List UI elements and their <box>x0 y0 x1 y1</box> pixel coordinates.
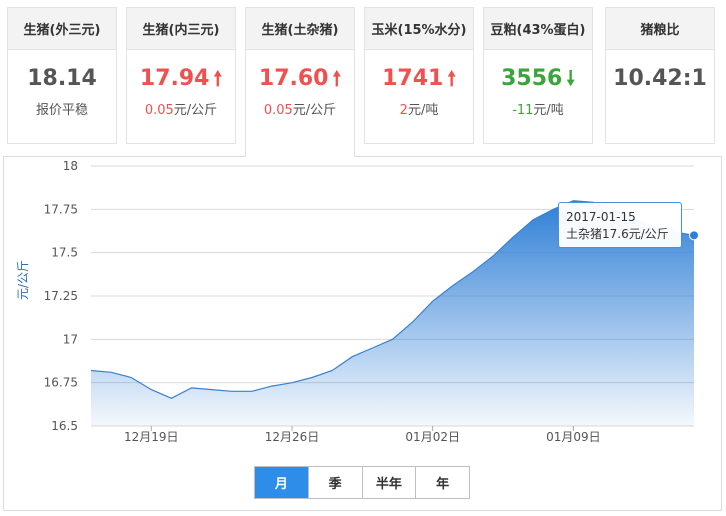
range-button-half-year[interactable]: 半年 <box>362 467 417 498</box>
series-points <box>689 230 699 241</box>
y-tick-label: 17 <box>63 332 78 346</box>
x-tick-label: 01月09日 <box>546 430 601 444</box>
range-button-month[interactable]: 月 <box>255 467 309 498</box>
tooltip-value: 17.6 <box>602 227 629 241</box>
x-tick-label: 01月02日 <box>405 430 460 444</box>
x-tick-label: 12月19日 <box>124 430 179 444</box>
y-tick-label: 17.5 <box>51 246 78 260</box>
tooltip-unit: 元/公斤 <box>628 227 669 241</box>
x-tick-labels: 12月19日 12月26日 01月02日 01月09日 <box>124 426 601 444</box>
chart-tooltip: 2017-01-15 土杂猪17.6元/公斤 <box>558 202 682 248</box>
y-tick-label: 17.25 <box>44 289 78 303</box>
tooltip-date: 2017-01-15 <box>566 210 636 224</box>
x-tick-label: 12月26日 <box>265 430 320 444</box>
y-tick-labels: 16.5 16.75 17 17.25 17.5 17.75 18 <box>44 159 78 433</box>
y-tick-label: 18 <box>63 159 78 173</box>
y-tick-label: 17.75 <box>44 202 78 216</box>
highlighted-point[interactable] <box>689 230 699 241</box>
range-selector: 月 季 半年 年 <box>254 466 470 499</box>
y-tick-label: 16.75 <box>44 376 78 390</box>
range-button-quarter[interactable]: 季 <box>308 467 363 498</box>
y-axis-label: 元/公斤 <box>16 259 30 300</box>
y-tick-label: 16.5 <box>51 419 78 433</box>
tooltip-line: 土杂猪17.6元/公斤 <box>566 226 674 243</box>
price-chart: 16.5 16.75 17 17.25 17.5 17.75 18 12月19日 12月26日… <box>44 159 699 444</box>
range-button-year[interactable]: 年 <box>416 467 469 498</box>
tooltip-series: 土杂猪 <box>566 227 603 241</box>
